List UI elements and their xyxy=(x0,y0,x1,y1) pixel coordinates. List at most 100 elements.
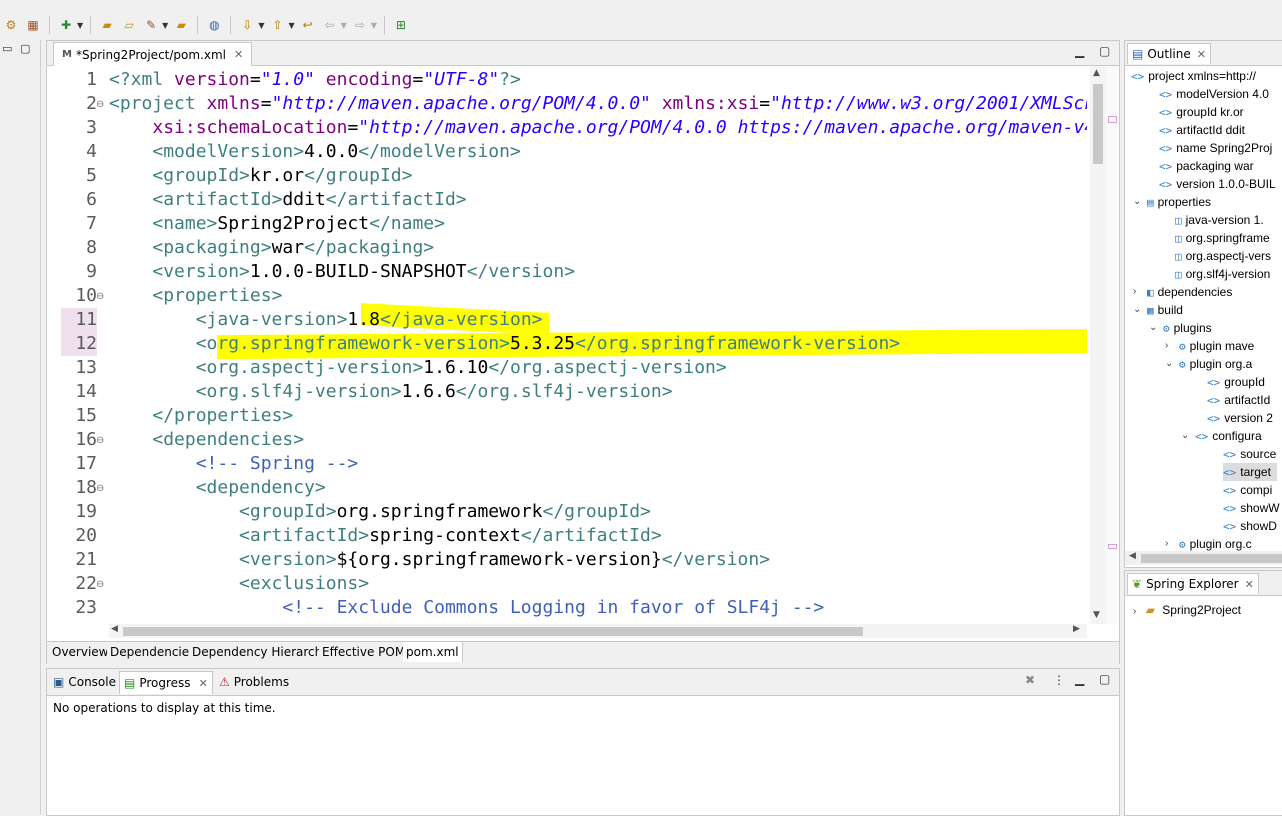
code-line[interactable]: <version>${org.springframework-version}<… xyxy=(109,548,770,572)
code-line[interactable]: <groupId>kr.or</groupId> xyxy=(109,164,412,188)
outline-item[interactable]: <> showW xyxy=(1223,499,1280,517)
open-folder-icon[interactable]: ▰ xyxy=(99,17,115,33)
outline-item[interactable]: <> source xyxy=(1223,445,1276,463)
chevron-down-icon[interactable]: ⌄ xyxy=(1181,427,1189,445)
outline-item[interactable]: ⌄ ▤ properties xyxy=(1133,193,1211,211)
outline-hscroll[interactable]: ◀ xyxy=(1125,551,1282,565)
chevron-right-icon[interactable]: › xyxy=(1165,337,1168,355)
code-line[interactable]: <properties> xyxy=(109,284,282,308)
fold-toggle-icon[interactable]: ⊖ xyxy=(96,435,104,446)
tab-console[interactable]: ▣ Console xyxy=(49,671,120,693)
view-menu-icon[interactable]: ⋮ xyxy=(1053,673,1065,687)
code-line[interactable]: <exclusions> xyxy=(109,572,369,596)
prev-annotation-icon[interactable]: ⇧ xyxy=(269,17,285,33)
outline-item[interactable]: ◫ java-version 1. xyxy=(1175,211,1264,229)
code-line[interactable]: <org.slf4j-version>1.6.6</org.slf4j-vers… xyxy=(109,380,673,404)
scroll-thumb[interactable] xyxy=(123,627,863,636)
outline-item[interactable]: ⌄ ▦ build xyxy=(1133,301,1183,319)
last-edit-icon[interactable]: ↩ xyxy=(300,17,316,33)
code-line[interactable]: <artifactId>spring-context</artifactId> xyxy=(109,524,662,548)
next-annotation-icon[interactable]: ⇩ xyxy=(239,17,255,33)
outline-item[interactable]: <> artifactId xyxy=(1207,391,1270,409)
tab-problems[interactable]: ⚠ Problems xyxy=(215,671,293,693)
back-icon[interactable]: ⇦ xyxy=(322,17,338,33)
tab-pom-xml[interactable]: M *Spring2Project/pom.xml ✕ xyxy=(53,42,253,66)
maximize-icon[interactable]: ▢ xyxy=(1099,44,1110,58)
close-icon[interactable]: ✕ xyxy=(1197,48,1206,61)
horizontal-scrollbar[interactable]: ◀ ▶ xyxy=(109,624,1087,638)
run-dropdown-icon[interactable]: ▼ xyxy=(162,21,168,30)
code-line[interactable]: <project xmlns="http://maven.apache.org/… xyxy=(109,92,1087,116)
code-line[interactable]: <org.aspectj-version>1.6.10</org.aspectj… xyxy=(109,356,727,380)
outline-item[interactable]: <> compi xyxy=(1223,481,1272,499)
minimize-icon[interactable]: ▁ xyxy=(1075,44,1084,58)
scroll-down-icon[interactable]: ▼ xyxy=(1093,610,1100,620)
chevron-down-icon[interactable]: ⌄ xyxy=(1125,67,1126,85)
scroll-left-icon[interactable]: ◀ xyxy=(1129,551,1136,561)
code-line[interactable]: <artifactId>ddit</artifactId> xyxy=(109,188,466,212)
prev-annotation-dropdown-icon[interactable]: ▼ xyxy=(288,21,294,30)
chevron-down-icon[interactable]: ⌄ xyxy=(1165,355,1173,373)
code-line[interactable]: <?xml version="1.0" encoding="UTF-8"?> xyxy=(109,68,521,92)
outline-item[interactable]: <> name Spring2Proj xyxy=(1159,139,1272,157)
outline-item[interactable]: <> groupId xyxy=(1207,373,1265,391)
tab-dependencies[interactable]: Dependencies xyxy=(107,642,200,662)
code-line[interactable]: <groupId>org.springframework</groupId> xyxy=(109,500,651,524)
outline-item[interactable]: ⌄ ⚙ plugins xyxy=(1149,319,1212,337)
minimize-icon[interactable]: ▭ xyxy=(2,42,12,55)
remove-all-finished-icon[interactable]: ✖ xyxy=(1025,673,1035,687)
next-annotation-dropdown-icon[interactable]: ▼ xyxy=(258,21,264,30)
outline-item[interactable]: ⌄ <>project xmlns=http:// xyxy=(1125,67,1256,85)
outline-item[interactable]: ⌄ ⚙ plugin org.a xyxy=(1165,355,1252,373)
outline-item[interactable]: <> target xyxy=(1223,463,1277,481)
outline-item[interactable]: <> showD xyxy=(1223,517,1277,535)
outline-item[interactable]: › ⚙ plugin mave xyxy=(1165,337,1254,355)
tab-pom-xml-source[interactable]: pom.xml xyxy=(403,642,463,662)
code-line[interactable]: <packaging>war</packaging> xyxy=(109,236,434,260)
scroll-thumb[interactable] xyxy=(1093,84,1103,164)
maximize-icon[interactable]: ▢ xyxy=(1099,672,1110,686)
minimize-icon[interactable]: ▁ xyxy=(1075,672,1084,686)
outline-item[interactable]: ⌄ <> configura xyxy=(1181,427,1262,445)
outline-item[interactable]: › ◧ dependencies xyxy=(1133,283,1232,301)
outline-item[interactable]: <> groupId kr.or xyxy=(1159,103,1244,121)
tab-spring-explorer[interactable]: ❦ Spring Explorer ✕ xyxy=(1127,573,1259,594)
globe-icon[interactable]: ◍ xyxy=(206,17,222,33)
vertical-scrollbar[interactable]: ▲ ▼ xyxy=(1090,66,1106,624)
code-line[interactable]: <version>1.0.0-BUILD-SNAPSHOT</version> xyxy=(109,260,575,284)
code-line[interactable]: <modelVersion>4.0.0</modelVersion> xyxy=(109,140,520,164)
fold-toggle-icon[interactable]: ⊖ xyxy=(96,483,104,494)
tab-overview[interactable]: Overview xyxy=(49,642,113,662)
scroll-thumb[interactable] xyxy=(1141,554,1282,563)
chevron-right-icon[interactable]: › xyxy=(1133,283,1136,301)
tab-outline[interactable]: ▤ Outline ✕ xyxy=(1127,43,1211,64)
outline-item[interactable]: <> artifactId ddit xyxy=(1159,121,1245,139)
scroll-up-icon[interactable]: ▲ xyxy=(1093,68,1100,78)
outline-item[interactable]: ◫ org.aspectj-vers xyxy=(1175,247,1271,265)
tab-progress[interactable]: ▤ Progress ✕ xyxy=(119,671,213,694)
fold-toggle-icon[interactable]: ⊖ xyxy=(96,579,104,590)
package-icon[interactable]: ▦ xyxy=(25,17,41,33)
open-perspective-icon[interactable]: ⊞ xyxy=(393,17,409,33)
fold-toggle-icon[interactable]: ⊖ xyxy=(96,99,104,110)
outline-item[interactable]: ◫ org.springframe xyxy=(1175,229,1270,247)
tab-dependency-hierarchy[interactable]: Dependency Hierarchy xyxy=(189,642,334,662)
open-file-icon[interactable]: ▱ xyxy=(121,17,137,33)
forward-icon[interactable]: ⇨ xyxy=(352,17,368,33)
tree-item-spring2project[interactable]: › ▰ Spring2Project xyxy=(1133,601,1241,619)
code-line[interactable]: <name>Spring2Project</name> xyxy=(109,212,445,236)
maximize-icon[interactable]: ▢ xyxy=(20,42,30,55)
new-dropdown-icon[interactable]: ▼ xyxy=(77,21,83,30)
code-line[interactable]: </properties> xyxy=(109,404,293,428)
chevron-down-icon[interactable]: ⌄ xyxy=(1133,301,1141,319)
close-icon[interactable]: ✕ xyxy=(234,48,243,61)
code-line[interactable]: <java-version>1.8</java-version> xyxy=(109,308,543,332)
code-line[interactable]: <!-- Spring --> xyxy=(109,452,359,476)
build-icon[interactable]: ⚙ xyxy=(3,17,19,33)
tab-effective-pom[interactable]: Effective POM xyxy=(319,642,410,662)
chevron-right-icon[interactable]: › xyxy=(1133,606,1136,617)
code-line[interactable]: <!-- Exclude Commons Logging in favor of… xyxy=(109,596,824,620)
code-line[interactable]: <dependency> xyxy=(109,476,326,500)
close-icon[interactable]: ✕ xyxy=(199,677,208,690)
outline-item[interactable]: <> version 2 xyxy=(1207,409,1273,427)
